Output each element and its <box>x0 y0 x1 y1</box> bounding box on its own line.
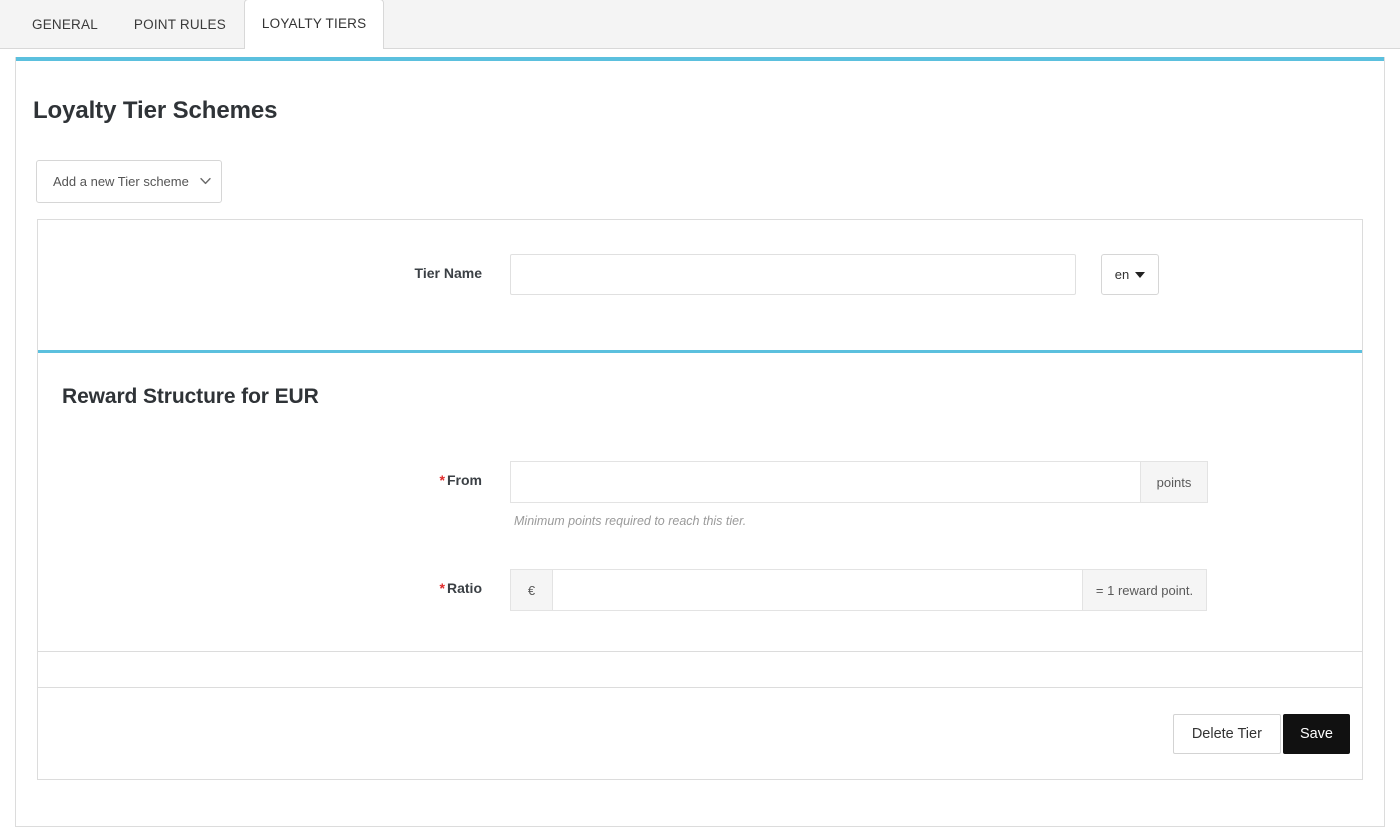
from-required-marker: * <box>439 472 445 488</box>
currency-symbol-addon: € <box>510 569 552 611</box>
tab-point-rules[interactable]: POINT RULES <box>116 0 244 48</box>
tier-name-row: Tier Name en <box>38 254 1362 295</box>
ratio-input-group: € = 1 reward point. <box>510 569 1207 611</box>
content-container: Loyalty Tier Schemes Add a new Tier sche… <box>15 57 1385 827</box>
from-unit-addon: points <box>1140 461 1208 503</box>
panel-footer: Delete Tier Save <box>38 688 1362 779</box>
tier-name-section: Tier Name en <box>38 220 1362 353</box>
tier-name-input[interactable] <box>510 254 1076 295</box>
caret-down-icon <box>1135 271 1146 278</box>
ratio-input[interactable] <box>552 569 1082 611</box>
ratio-field-group: * Ratio € = 1 reward point. <box>38 569 1362 611</box>
tab-loyalty-tiers[interactable]: LOYALTY TIERS <box>243 0 385 49</box>
language-dropdown-button[interactable]: en <box>1101 254 1159 295</box>
reward-structure-title: Reward Structure for EUR <box>62 385 319 408</box>
from-label-text: From <box>447 472 482 488</box>
page-title: Loyalty Tier Schemes <box>33 97 278 124</box>
tab-general[interactable]: GENERAL <box>14 0 116 48</box>
tier-name-label: Tier Name <box>414 265 482 281</box>
tab-bar: GENERAL POINT RULES LOYALTY TIERS <box>0 0 1400 49</box>
from-label: * From <box>38 461 510 488</box>
panel-divider-strip <box>38 651 1362 688</box>
ratio-row: * Ratio € = 1 reward point. <box>38 569 1362 611</box>
delete-tier-button[interactable]: Delete Tier <box>1172 713 1281 754</box>
reward-structure-section: Reward Structure for EUR * From points Mi… <box>38 353 1362 651</box>
tier-scheme-select[interactable]: Add a new Tier scheme <box>36 160 222 203</box>
from-input-wrapper: points Minimum points required to reach … <box>510 461 1208 528</box>
panel-accent-bar <box>16 57 1384 61</box>
scheme-selector-wrapper: Add a new Tier scheme <box>36 160 222 203</box>
ratio-label: * Ratio <box>38 569 510 596</box>
ratio-suffix-addon: = 1 reward point. <box>1082 569 1207 611</box>
from-input[interactable] <box>510 461 1140 503</box>
ratio-required-marker: * <box>439 580 445 596</box>
tier-editor-panel: Tier Name en Reward Structure for EUR * F… <box>37 219 1363 780</box>
ratio-label-text: Ratio <box>447 580 482 596</box>
from-row: * From points Minimum points required to … <box>38 461 1362 528</box>
from-help-text: Minimum points required to reach this ti… <box>514 514 747 528</box>
language-dropdown-label: en <box>1114 267 1130 282</box>
from-input-group: points <box>510 461 1208 503</box>
save-button[interactable]: Save <box>1282 713 1350 754</box>
from-field-group: * From points Minimum points required to … <box>38 461 1362 528</box>
